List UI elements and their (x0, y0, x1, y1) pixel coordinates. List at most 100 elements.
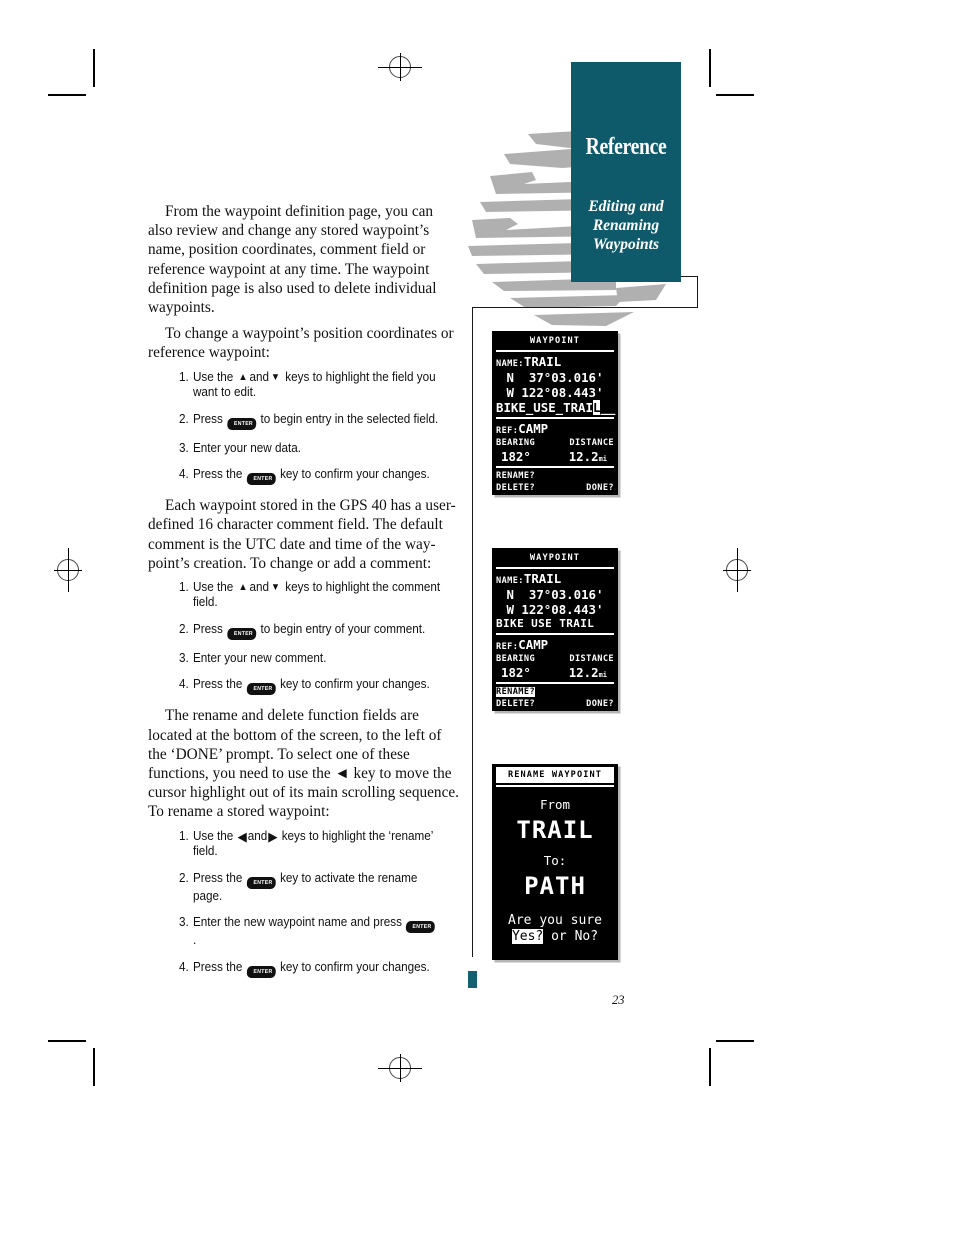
step-text-after: key to confirm your changes. (276, 959, 430, 974)
delete-field[interactable]: DELETE? (496, 698, 535, 710)
crop-mark-top-right-v (709, 49, 711, 87)
comment-text: BIKE_USE_TRAI (496, 400, 593, 415)
done-field[interactable]: DONE? (586, 482, 614, 494)
chapter-subtitle-line-2: Renaming (592, 217, 660, 234)
distance-value-group: 12.2mi (569, 665, 607, 680)
screen-title: WAYPOINT (529, 553, 581, 563)
step-text-after: to begin entry in the selected field. (257, 411, 439, 426)
list-item: 4. Press the ENTER key to confirm your ch… (179, 677, 440, 696)
distance-header: DISTANCE (569, 438, 614, 448)
ref-value: CAMP (518, 421, 549, 436)
or-label: or (543, 929, 575, 944)
from-label: From (539, 797, 571, 812)
rename-field[interactable]: RENAME? (496, 687, 536, 697)
screen-title: RENAME WAYPOINT (496, 767, 614, 783)
enter-key-icon: ENTER (226, 417, 257, 430)
chapter-subtitle-line-3: Waypoints (592, 236, 660, 253)
crop-mark-bottom-right-h (716, 1040, 754, 1042)
distance-value: 12.2 (568, 665, 599, 680)
step-text-before: Press the (192, 467, 246, 482)
step-list-comment-edit: 1. Use the ▲ and ▼ keys to highlight the co… (148, 580, 460, 696)
step-text-after: . (192, 933, 197, 948)
ref-label: REF: (496, 642, 519, 652)
arrow-down-icon: ▼ (270, 581, 281, 593)
name-value: TRAIL (523, 571, 562, 586)
comment-row: BIKE USE TRAIL (496, 617, 595, 630)
bearing-value: 182° (501, 665, 531, 680)
spine-tick-marker (468, 971, 477, 988)
step-number: 2. (179, 870, 189, 885)
name-label: NAME: (496, 576, 524, 586)
crop-mark-bottom-left-h (48, 1040, 86, 1042)
chapter-subtitle-line-1: Editing and (588, 198, 664, 215)
step-text-before: Press the (192, 959, 246, 974)
yes-button[interactable]: Yes? (511, 929, 544, 944)
step-list-position-edit: 1. Use the ▲ and ▼ keys to highlight the fi… (148, 370, 460, 486)
list-item: 3. Enter the new waypoint name and press … (179, 915, 440, 949)
step-number: 3. (179, 440, 189, 455)
no-button[interactable]: No? (575, 929, 598, 944)
page-number: 23 (612, 993, 625, 1007)
content-frame-right-rule (697, 276, 698, 308)
content-frame-shoulder-rule (472, 307, 698, 308)
step-list-rename: 1. Use the ◀and▶ keys to highlight the ‘r… (148, 829, 460, 978)
screen-title: WAYPOINT (529, 336, 581, 346)
step-number: 4. (179, 677, 189, 692)
step-text-before: Use the (192, 828, 237, 843)
step-number: 1. (179, 579, 189, 594)
distance-unit: mi (598, 671, 607, 679)
bearing-distance-values: 182° 12.2mi (493, 665, 617, 680)
step-text-before: Use the (192, 369, 237, 384)
bearing-header: BEARING (496, 438, 536, 448)
divider (496, 567, 614, 569)
arrow-up-icon: ▲ (238, 581, 248, 593)
step-number: 2. (179, 621, 189, 636)
ref-label: REF: (496, 426, 519, 436)
step-number: 3. (179, 915, 189, 930)
to-label: To: (543, 853, 567, 868)
name-row: NAME:TRAIL (493, 354, 617, 370)
step-text-after: key to confirm your changes. (276, 677, 430, 692)
comment-text-trailing: __ (600, 400, 616, 415)
divider (496, 682, 614, 684)
comment-row: BIKE_USE_TRAIL__ (493, 400, 617, 415)
done-field[interactable]: DONE? (586, 698, 614, 710)
longitude-value: W 122°08.443' (506, 602, 604, 617)
step-number: 1. (179, 369, 189, 384)
step-text-after: key to confirm your changes. (276, 467, 430, 482)
name-value: TRAIL (523, 354, 562, 369)
rename-field[interactable]: RENAME? (493, 470, 617, 482)
distance-unit: mi (598, 455, 607, 463)
crop-mark-top-left-h (48, 94, 86, 96)
latitude-value: N 37°03.016' (506, 587, 604, 602)
arrow-right-icon: ▶ (268, 828, 278, 844)
confirm-choices-row: Yes? or No? (493, 929, 617, 950)
list-item: 2. Press the ENTER key to activate the re… (179, 871, 440, 905)
conjunction: and (249, 579, 270, 594)
longitude-value: W 122°08.443' (506, 385, 604, 400)
step-number: 4. (179, 467, 189, 482)
step-text-after: to begin entry of your comment. (257, 621, 426, 636)
paragraph-3: Each waypoint stored in the GPS 40 has a… (148, 497, 456, 572)
gps-screen-rename-confirm: RENAME WAYPOINT From TRAIL To: PATH Are … (492, 764, 618, 960)
arrow-left-icon: ◀ (237, 828, 247, 844)
from-value: TRAIL (516, 816, 594, 844)
body-text-column: From the waypoint definition page, you c… (148, 202, 460, 987)
chapter-header-tab: Reference Editing and Renaming Waypoints (571, 62, 681, 282)
paragraph-4: The rename and delete function fields ar… (148, 707, 459, 821)
chapter-title: Reference (585, 134, 667, 160)
registration-mark-left (46, 548, 90, 592)
name-row: NAME:TRAIL (493, 571, 617, 587)
enter-key-icon: ENTER (246, 473, 277, 486)
list-item: 4. Press the ENTER key to confirm your ch… (179, 467, 440, 486)
divider (496, 466, 614, 468)
step-number: 4. (179, 959, 189, 974)
step-text-before: Press the (192, 677, 246, 692)
rename-field-row: RENAME? (493, 686, 617, 698)
delete-field[interactable]: DELETE? (496, 482, 535, 494)
enter-key-icon: ENTER (246, 683, 277, 696)
list-item: 3. Enter your new data. (179, 441, 440, 457)
latitude-value: N 37°03.016' (506, 370, 604, 385)
conjunction: and (249, 369, 270, 384)
list-item: 2. Press ENTER to begin entry in the sele… (179, 412, 440, 430)
